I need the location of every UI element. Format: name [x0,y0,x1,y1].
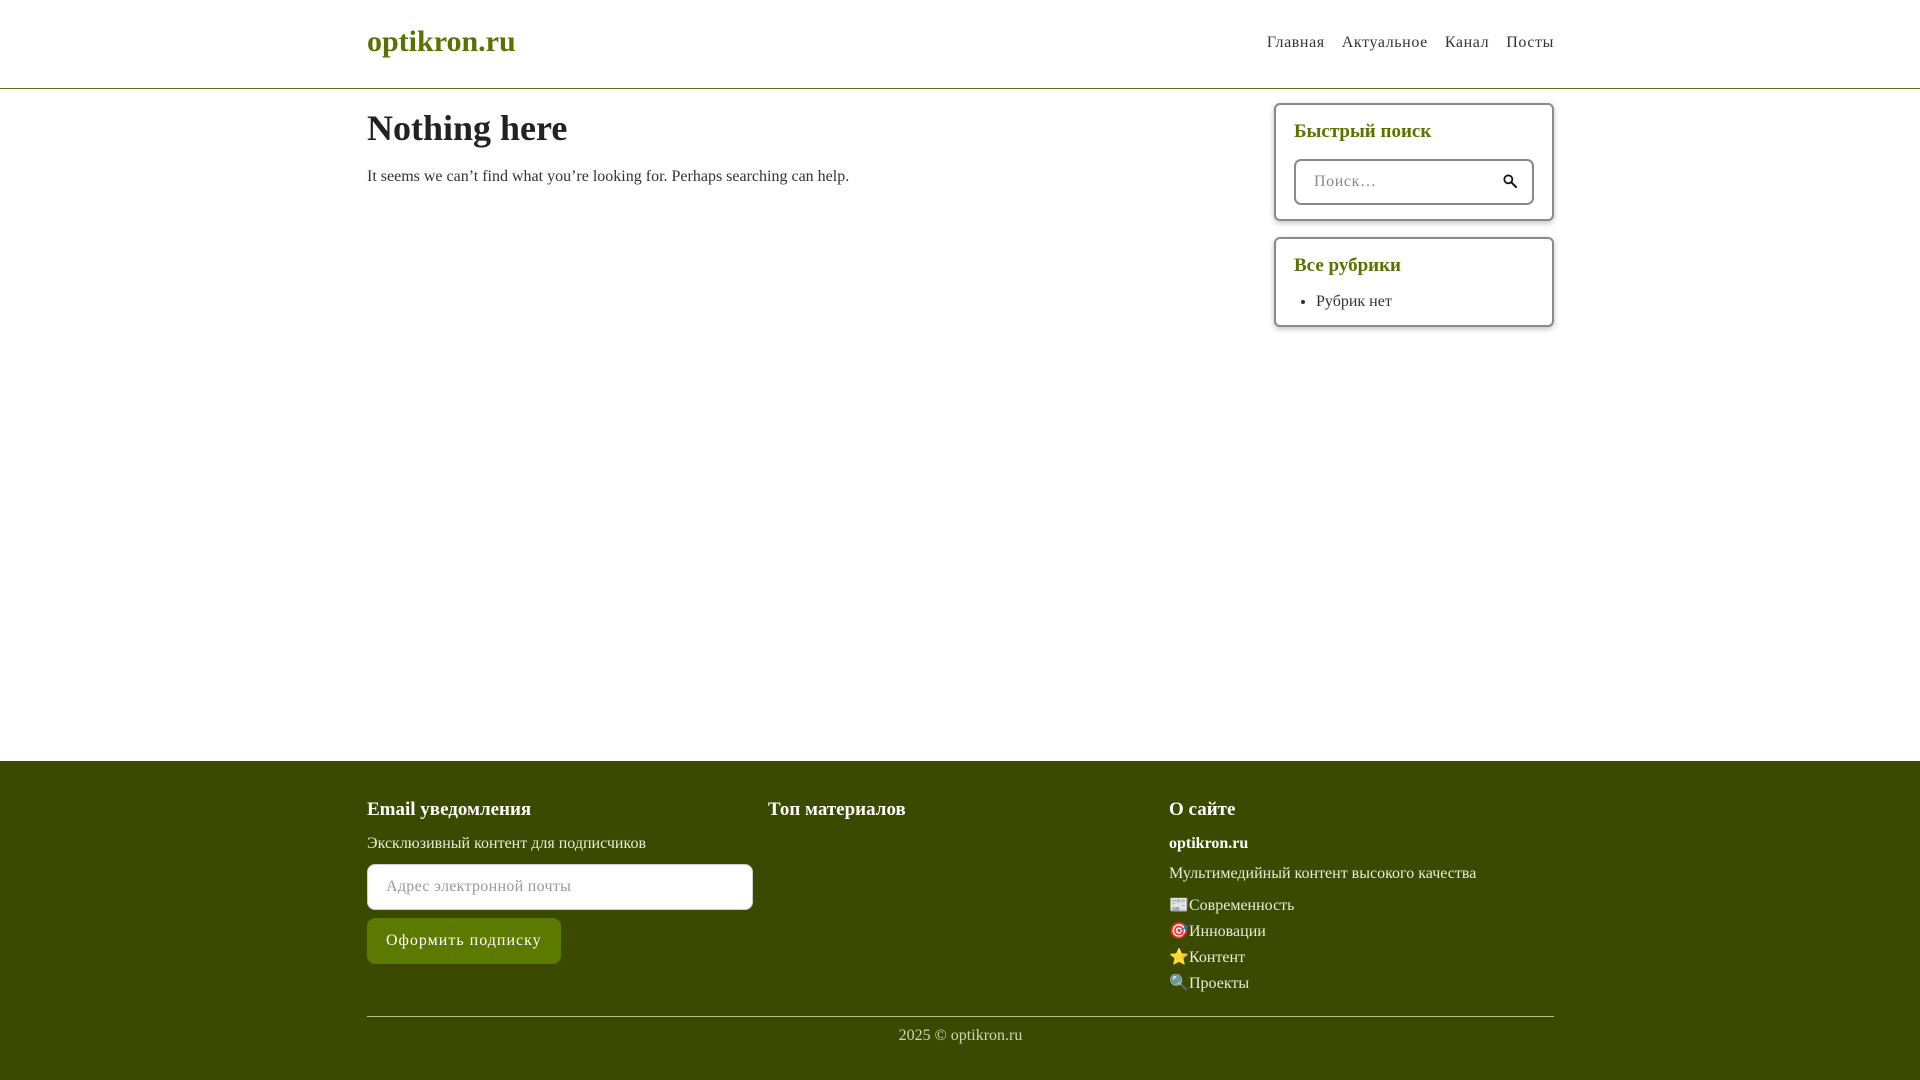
magnifier-icon: 🔍 [1169,975,1189,992]
site-logo-link[interactable]: optikron.ru [367,25,516,59]
nav-item-home[interactable]: Главная [1267,34,1325,52]
about-description: Мультимедийный контент высокого качества [1169,865,1477,882]
copyright: 2025 © optikron.ru [898,1027,1023,1044]
star-icon: ⭐ [1169,949,1189,966]
nav-item-posts[interactable]: Посты [1506,34,1554,52]
search-widget: Быстрый поиск [1274,103,1554,221]
about-link-projects[interactable]: 🔍Проекты [1169,973,1555,993]
not-found-message: It seems we can’t find what you’re looki… [367,167,850,185]
categories-widget: Все рубрики Рубрик нет [1274,237,1554,327]
about-site-name: optikron.ru [1169,835,1249,852]
about-link-innovations[interactable]: 🎯Инновации [1169,921,1555,941]
newspaper-icon: 📰 [1169,897,1189,914]
email-section-title: Email уведомления [367,799,532,820]
list-item: Рубрик нет [1316,293,1534,311]
footer-about-column: О сайте optikron.ru Мультимедийный конте… [1169,799,1555,999]
search-icon[interactable] [1502,173,1518,189]
about-link-content[interactable]: ⭐Контент [1169,947,1555,967]
nav-item-actual[interactable]: Актуальное [1342,34,1428,52]
nav-item-channel[interactable]: Канал [1445,34,1489,52]
about-link-label: Контент [1189,949,1246,966]
site-header: optikron.ru Главная Актуальное Канал Пос… [0,0,1920,89]
about-section-title: О сайте [1169,799,1236,820]
subscribe-button[interactable]: Оформить подписку [367,918,561,964]
search-input[interactable] [1296,172,1496,192]
email-section-text: Эксклюзивный контент для подписчиков [367,835,646,852]
page-title: Nothing here [367,108,568,148]
main-nav: Главная Актуальное Канал Посты [1250,34,1554,52]
email-field[interactable] [367,864,753,910]
search-widget-title: Быстрый поиск [1294,121,1432,142]
content-section: Nothing here It seems we can’t find what… [367,105,1167,186]
main-area: Nothing here It seems we can’t find what… [0,89,1920,761]
sidebar: Быстрый поиск Все рубрики Рубрик нет [1274,103,1554,343]
top-section-title: Топ материалов [768,799,906,820]
footer-divider [367,1016,1554,1017]
footer-top-column: Топ материалов [768,799,1154,835]
search-form [1294,159,1534,205]
about-link-modernity[interactable]: 📰Современность [1169,895,1555,915]
categories-widget-title: Все рубрики [1294,255,1401,276]
about-link-label: Проекты [1189,975,1250,992]
about-link-label: Инновации [1189,923,1266,940]
site-footer: Email уведомления Эксклюзивный контент д… [0,761,1920,1080]
footer-email-column: Email уведомления Эксклюзивный контент д… [367,799,753,964]
categories-list: Рубрик нет [1294,293,1534,311]
about-link-label: Современность [1189,897,1295,914]
target-icon: 🎯 [1169,923,1189,940]
